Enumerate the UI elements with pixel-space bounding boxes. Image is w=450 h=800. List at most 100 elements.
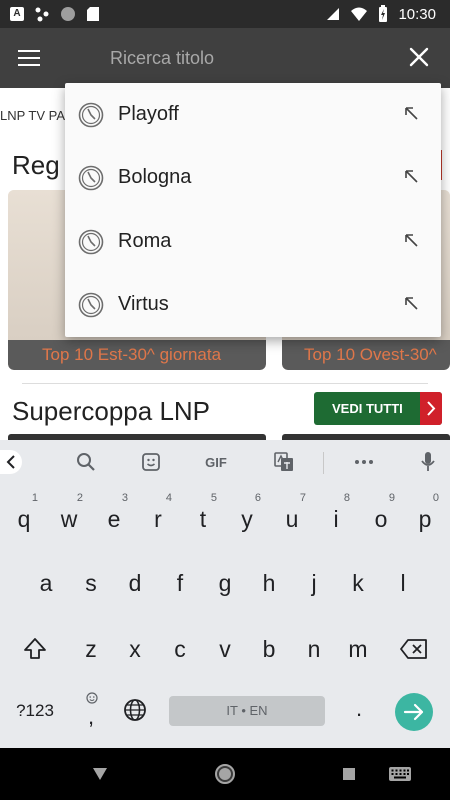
key-label: p [418, 506, 432, 532]
gif-button[interactable]: GIF [200, 450, 232, 474]
more-options-button[interactable] [352, 450, 376, 474]
keyboard: GIF q1 w2 e3 r4 t5 y6 u7 i8 o 9 p 0 a s … [0, 440, 450, 748]
key-w[interactable]: w2 [47, 492, 91, 543]
key-o[interactable]: o9 [359, 492, 403, 543]
backspace-key[interactable] [392, 625, 436, 673]
key-hint: 6 [254, 492, 261, 504]
suggestion-item[interactable]: Bologna [65, 146, 441, 209]
app-notification-icon: A [10, 7, 24, 21]
history-icon [78, 229, 104, 255]
key-a[interactable]: a [24, 559, 68, 607]
language-key[interactable] [122, 698, 148, 724]
key-j[interactable]: j [292, 559, 336, 607]
menu-icon[interactable] [18, 48, 42, 68]
clock: 10:30 [398, 5, 436, 23]
key-g[interactable]: g [203, 559, 247, 607]
notification-icons: A [10, 6, 100, 22]
enter-key[interactable] [395, 693, 433, 731]
close-icon[interactable] [408, 46, 430, 68]
key-p[interactable]: p0 [403, 492, 447, 543]
key-u[interactable]: u7 [270, 492, 314, 543]
tab-label[interactable]: LNP TV PA [0, 108, 65, 123]
key-hint: 2 [76, 492, 83, 504]
suggestion-text: Virtus [118, 293, 169, 315]
arrow-up-left-icon[interactable] [403, 168, 419, 184]
arrow-up-left-icon[interactable] [403, 295, 419, 311]
key-label: r [154, 506, 162, 532]
key-label: q [17, 506, 31, 532]
key-c[interactable]: c [158, 625, 202, 673]
comma-label: , [88, 704, 95, 729]
more-horizontal-icon [355, 460, 373, 464]
divider [22, 383, 428, 384]
collapse-toolbar-button[interactable] [0, 450, 22, 474]
space-key[interactable]: IT • EN [169, 696, 325, 726]
keyboard-toolbar: GIF [0, 440, 450, 485]
key-s[interactable]: s [69, 559, 113, 607]
key-hint: 0 [432, 492, 439, 504]
suggestion-text: Bologna [118, 166, 192, 188]
shift-key[interactable] [13, 625, 57, 673]
see-all-button[interactable]: VEDI TUTTI [314, 392, 442, 425]
search-input[interactable] [110, 42, 370, 74]
key-n[interactable]: n [292, 625, 336, 673]
key-hint: 9 [388, 492, 395, 504]
key-m[interactable]: m [336, 625, 380, 673]
keyboard-search-button[interactable] [74, 450, 98, 474]
keyboard-switch-icon[interactable] [388, 766, 412, 782]
key-h[interactable]: h [247, 559, 291, 607]
arrow-up-left-icon[interactable] [403, 232, 419, 248]
emoji-icon [86, 692, 98, 704]
status-bar: A 10:30 [0, 0, 450, 28]
home-nav-icon[interactable] [214, 763, 236, 785]
key-hint: 8 [343, 492, 350, 504]
system-icons: 10:30 [326, 5, 436, 23]
shift-icon [24, 638, 46, 659]
voice-input-button[interactable] [418, 450, 438, 474]
key-i[interactable]: i8 [314, 492, 358, 543]
key-d[interactable]: d [113, 559, 157, 607]
see-all-label: VEDI TUTTI [332, 401, 403, 416]
key-t[interactable]: t5 [181, 492, 225, 543]
key-b[interactable]: b [247, 625, 291, 673]
key-y[interactable]: y6 [225, 492, 269, 543]
key-r[interactable]: r4 [136, 492, 180, 543]
recents-nav-icon[interactable] [342, 767, 356, 781]
key-e[interactable]: e3 [92, 492, 136, 543]
section-title: Reg [12, 150, 60, 180]
wifi-icon [351, 7, 368, 21]
history-icon [78, 102, 104, 128]
comma-emoji-key[interactable]: , [80, 692, 104, 729]
suggestion-item[interactable]: Virtus [65, 273, 441, 336]
sticker-button[interactable] [139, 450, 163, 474]
see-all-arrow-tab [420, 392, 442, 425]
back-nav-icon[interactable] [92, 767, 108, 781]
symbols-key[interactable]: ?123 [10, 701, 60, 721]
key-x[interactable]: x [113, 625, 157, 673]
suggestion-item[interactable]: Playoff [65, 83, 441, 146]
suggestion-item[interactable]: Roma [65, 210, 441, 273]
key-k[interactable]: k [336, 559, 380, 607]
key-label: i [333, 506, 339, 532]
key-f[interactable]: f [158, 559, 202, 607]
key-l[interactable]: l [381, 559, 425, 607]
key-hint: 1 [31, 492, 38, 504]
history-icon [78, 292, 104, 318]
chevron-right-icon [427, 401, 436, 416]
video-caption: Top 10 Est-30^ giornata [8, 340, 266, 370]
record-notification-icon [61, 7, 75, 21]
globe-icon [124, 699, 146, 721]
period-key[interactable]: . [350, 696, 368, 722]
key-label: w [60, 506, 78, 532]
key-hint: 3 [121, 492, 128, 504]
signal-icon [327, 8, 340, 20]
microphone-icon [421, 452, 435, 471]
battery-charging-icon [379, 5, 388, 22]
arrow-up-left-icon[interactable] [403, 105, 419, 121]
key-label: y [241, 506, 253, 532]
translate-button[interactable] [272, 450, 296, 474]
key-q[interactable]: q1 [2, 492, 46, 543]
key-z[interactable]: z [69, 625, 113, 673]
key-label: t [199, 506, 207, 532]
key-v[interactable]: v [203, 625, 247, 673]
